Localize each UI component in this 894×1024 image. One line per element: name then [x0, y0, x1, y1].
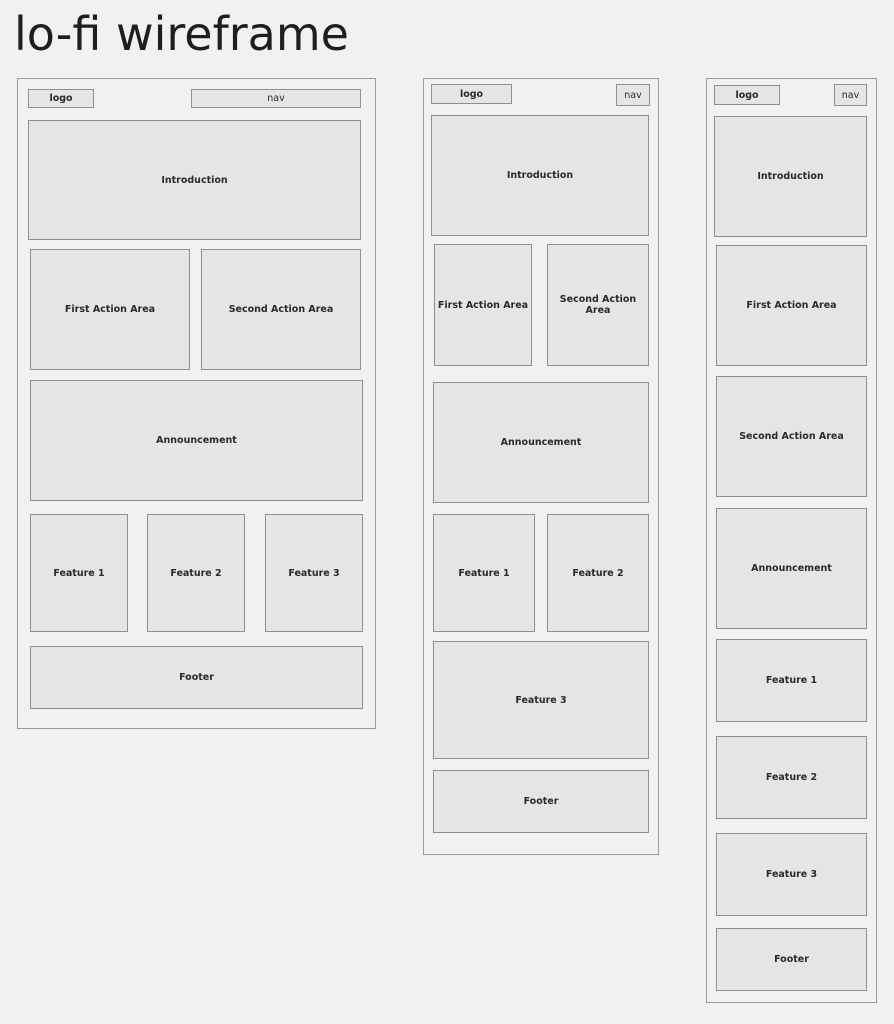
- desktop-footer: Footer: [30, 646, 363, 709]
- tablet-feature-3: Feature 3: [433, 641, 649, 759]
- mobile-second-action-area: Second Action Area: [716, 376, 867, 497]
- mobile-footer: Footer: [716, 928, 867, 991]
- tablet-feature-1: Feature 1: [433, 514, 535, 632]
- desktop-feature-1: Feature 1: [30, 514, 128, 632]
- mobile-announcement: Announcement: [716, 508, 867, 629]
- mobile-nav: nav: [834, 84, 867, 106]
- tablet-footer: Footer: [433, 770, 649, 833]
- tablet-nav: nav: [616, 84, 650, 106]
- tablet-first-action-area: First Action Area: [434, 244, 532, 366]
- mobile-feature-1: Feature 1: [716, 639, 867, 722]
- mobile-logo: logo: [714, 85, 780, 105]
- desktop-first-action-area: First Action Area: [30, 249, 190, 370]
- tablet-feature-2: Feature 2: [547, 514, 649, 632]
- mobile-feature-2: Feature 2: [716, 736, 867, 819]
- mobile-first-action-area: First Action Area: [716, 245, 867, 366]
- tablet-announcement: Announcement: [433, 382, 649, 503]
- tablet-logo: logo: [431, 84, 512, 104]
- desktop-announcement: Announcement: [30, 380, 363, 501]
- desktop-introduction: Introduction: [28, 120, 361, 240]
- tablet-second-action-area: Second Action Area: [547, 244, 649, 366]
- desktop-feature-3: Feature 3: [265, 514, 363, 632]
- desktop-feature-2: Feature 2: [147, 514, 245, 632]
- desktop-nav: nav: [191, 89, 361, 108]
- desktop-second-action-area: Second Action Area: [201, 249, 361, 370]
- mobile-feature-3: Feature 3: [716, 833, 867, 916]
- desktop-logo: logo: [28, 89, 94, 108]
- tablet-introduction: Introduction: [431, 115, 649, 236]
- mobile-introduction: Introduction: [714, 116, 867, 237]
- page-title: lo-fi wireframe: [14, 7, 349, 61]
